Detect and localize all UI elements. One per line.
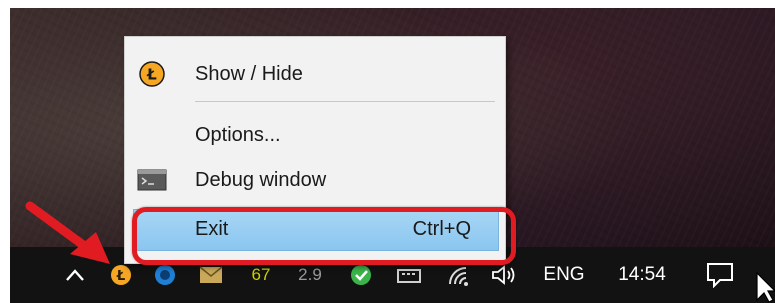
litecoin-logo-icon: Ł xyxy=(137,61,167,87)
mouse-cursor-icon xyxy=(756,272,775,303)
menu-separator xyxy=(195,101,495,102)
language-indicator[interactable]: ENG xyxy=(536,247,592,303)
annotation-arrow-icon xyxy=(25,201,110,264)
console-window-icon xyxy=(137,167,167,193)
menu-item-label: Show / Hide xyxy=(195,62,303,85)
menu-item-options[interactable]: Options... xyxy=(125,115,505,155)
menu-item-show-hide[interactable]: Ł Show / Hide xyxy=(125,54,505,94)
svg-text:Ł: Ł xyxy=(116,269,125,284)
menu-item-label: Options... xyxy=(195,123,281,146)
annotation-highlight-box xyxy=(132,207,516,265)
action-center-notification-icon[interactable] xyxy=(700,247,740,303)
menu-item-label: Debug window xyxy=(195,168,327,191)
menu-item-debug-window[interactable]: Debug window xyxy=(125,160,505,200)
taskbar-clock[interactable]: 14:54 xyxy=(610,247,674,303)
svg-text:Ł: Ł xyxy=(146,66,157,84)
